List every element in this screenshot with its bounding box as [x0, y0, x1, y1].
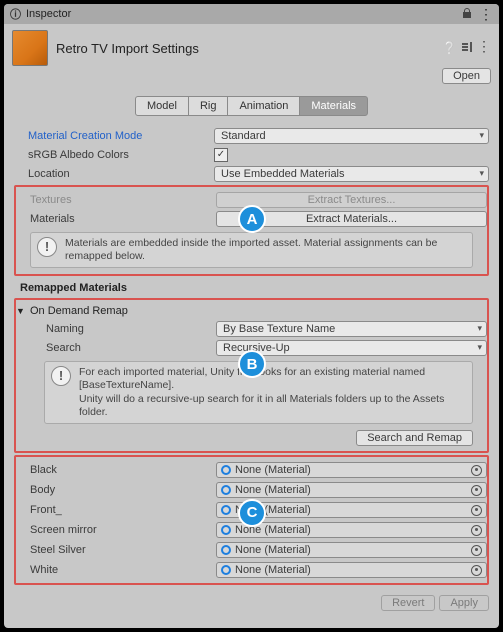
object-ref-icon: [221, 565, 231, 575]
srgb-albedo-checkbox[interactable]: ✓: [214, 148, 228, 162]
info-a-box: ! Materials are embedded inside the impo…: [30, 232, 473, 268]
inspector-titlebar: ⓘ Inspector ⋮: [4, 4, 499, 24]
object-picker-icon[interactable]: [471, 485, 482, 496]
tab-materials[interactable]: Materials: [299, 96, 368, 116]
material-slot-field[interactable]: None (Material): [216, 542, 487, 558]
help-icon[interactable]: ❔: [442, 41, 457, 56]
material-slot-label: Steel Silver: [16, 544, 216, 556]
object-picker-icon[interactable]: [471, 545, 482, 556]
material-slot-label: Screen mirror: [16, 524, 216, 536]
object-ref-icon: [221, 525, 231, 535]
material-slot-field[interactable]: None (Material): [216, 462, 487, 478]
object-picker-icon[interactable]: [471, 505, 482, 516]
material-slot-label: Front_: [16, 504, 216, 516]
material-slot-value: None (Material): [235, 464, 311, 476]
tab-model[interactable]: Model: [135, 96, 189, 116]
open-button[interactable]: Open: [442, 68, 491, 84]
callout-c-badge: C: [238, 499, 266, 527]
search-label: Search: [16, 342, 216, 354]
panel-menu-icon[interactable]: ⋮: [479, 10, 493, 18]
foldout-arrow-icon: ▼: [16, 306, 26, 316]
naming-dropdown[interactable]: By Base Texture Name: [216, 321, 487, 337]
naming-label: Naming: [16, 323, 216, 335]
material-slot-value: None (Material): [235, 484, 311, 496]
component-menu-icon[interactable]: ⋮: [477, 41, 491, 56]
info-icon: !: [51, 366, 71, 386]
callout-b-region: B ▼ On Demand Remap Naming By Base Textu…: [14, 298, 489, 453]
material-slot-value: None (Material): [235, 544, 311, 556]
object-ref-icon: [221, 485, 231, 495]
materials-label: Materials: [16, 213, 216, 225]
material-slot-value: None (Material): [235, 564, 311, 576]
srgb-albedo-label: sRGB Albedo Colors: [14, 149, 214, 161]
location-label: Location: [14, 168, 214, 180]
object-picker-icon[interactable]: [471, 565, 482, 576]
material-creation-mode-label: Material Creation Mode: [14, 130, 214, 142]
lock-icon[interactable]: [461, 7, 473, 22]
object-picker-icon[interactable]: [471, 465, 482, 476]
remapped-materials-header: Remapped Materials: [14, 278, 489, 296]
apply-button[interactable]: Apply: [439, 595, 489, 611]
importer-tabs: Model Rig Animation Materials: [4, 92, 499, 126]
info-b-text: For each imported material, Unity first …: [79, 366, 466, 419]
object-ref-icon: [221, 545, 231, 555]
textures-label: Textures: [16, 194, 216, 206]
asset-header: Retro TV Import Settings ❔ ⋮: [4, 24, 499, 66]
material-slot-field[interactable]: None (Material): [216, 562, 487, 578]
material-slot-field[interactable]: None (Material): [216, 482, 487, 498]
object-ref-icon: [221, 465, 231, 475]
tab-rig[interactable]: Rig: [188, 96, 229, 116]
object-ref-icon: [221, 505, 231, 515]
preset-icon[interactable]: [461, 41, 473, 56]
tab-animation[interactable]: Animation: [227, 96, 300, 116]
material-creation-mode-dropdown[interactable]: Standard: [214, 128, 489, 144]
info-icon: ⓘ: [10, 6, 21, 22]
asset-title: Retro TV Import Settings: [56, 41, 434, 56]
on-demand-remap-label: On Demand Remap: [30, 305, 128, 317]
revert-button[interactable]: Revert: [381, 595, 435, 611]
material-slot-label: Body: [16, 484, 216, 496]
on-demand-remap-foldout[interactable]: ▼ On Demand Remap: [16, 303, 487, 319]
info-icon: !: [37, 237, 57, 257]
panel-title: Inspector: [26, 8, 71, 20]
material-slot-label: White: [16, 564, 216, 576]
asset-thumbnail-icon: [12, 30, 48, 66]
location-dropdown[interactable]: Use Embedded Materials: [214, 166, 489, 182]
callout-a-region: A Textures Extract Textures... Materials…: [14, 185, 489, 276]
search-and-remap-button[interactable]: Search and Remap: [356, 430, 473, 446]
info-a-text: Materials are embedded inside the import…: [65, 237, 466, 263]
callout-c-region: C Black None (Material) Body None (Mater…: [14, 455, 489, 585]
object-picker-icon[interactable]: [471, 525, 482, 536]
callout-a-badge: A: [238, 205, 266, 233]
material-slot-label: Black: [16, 464, 216, 476]
